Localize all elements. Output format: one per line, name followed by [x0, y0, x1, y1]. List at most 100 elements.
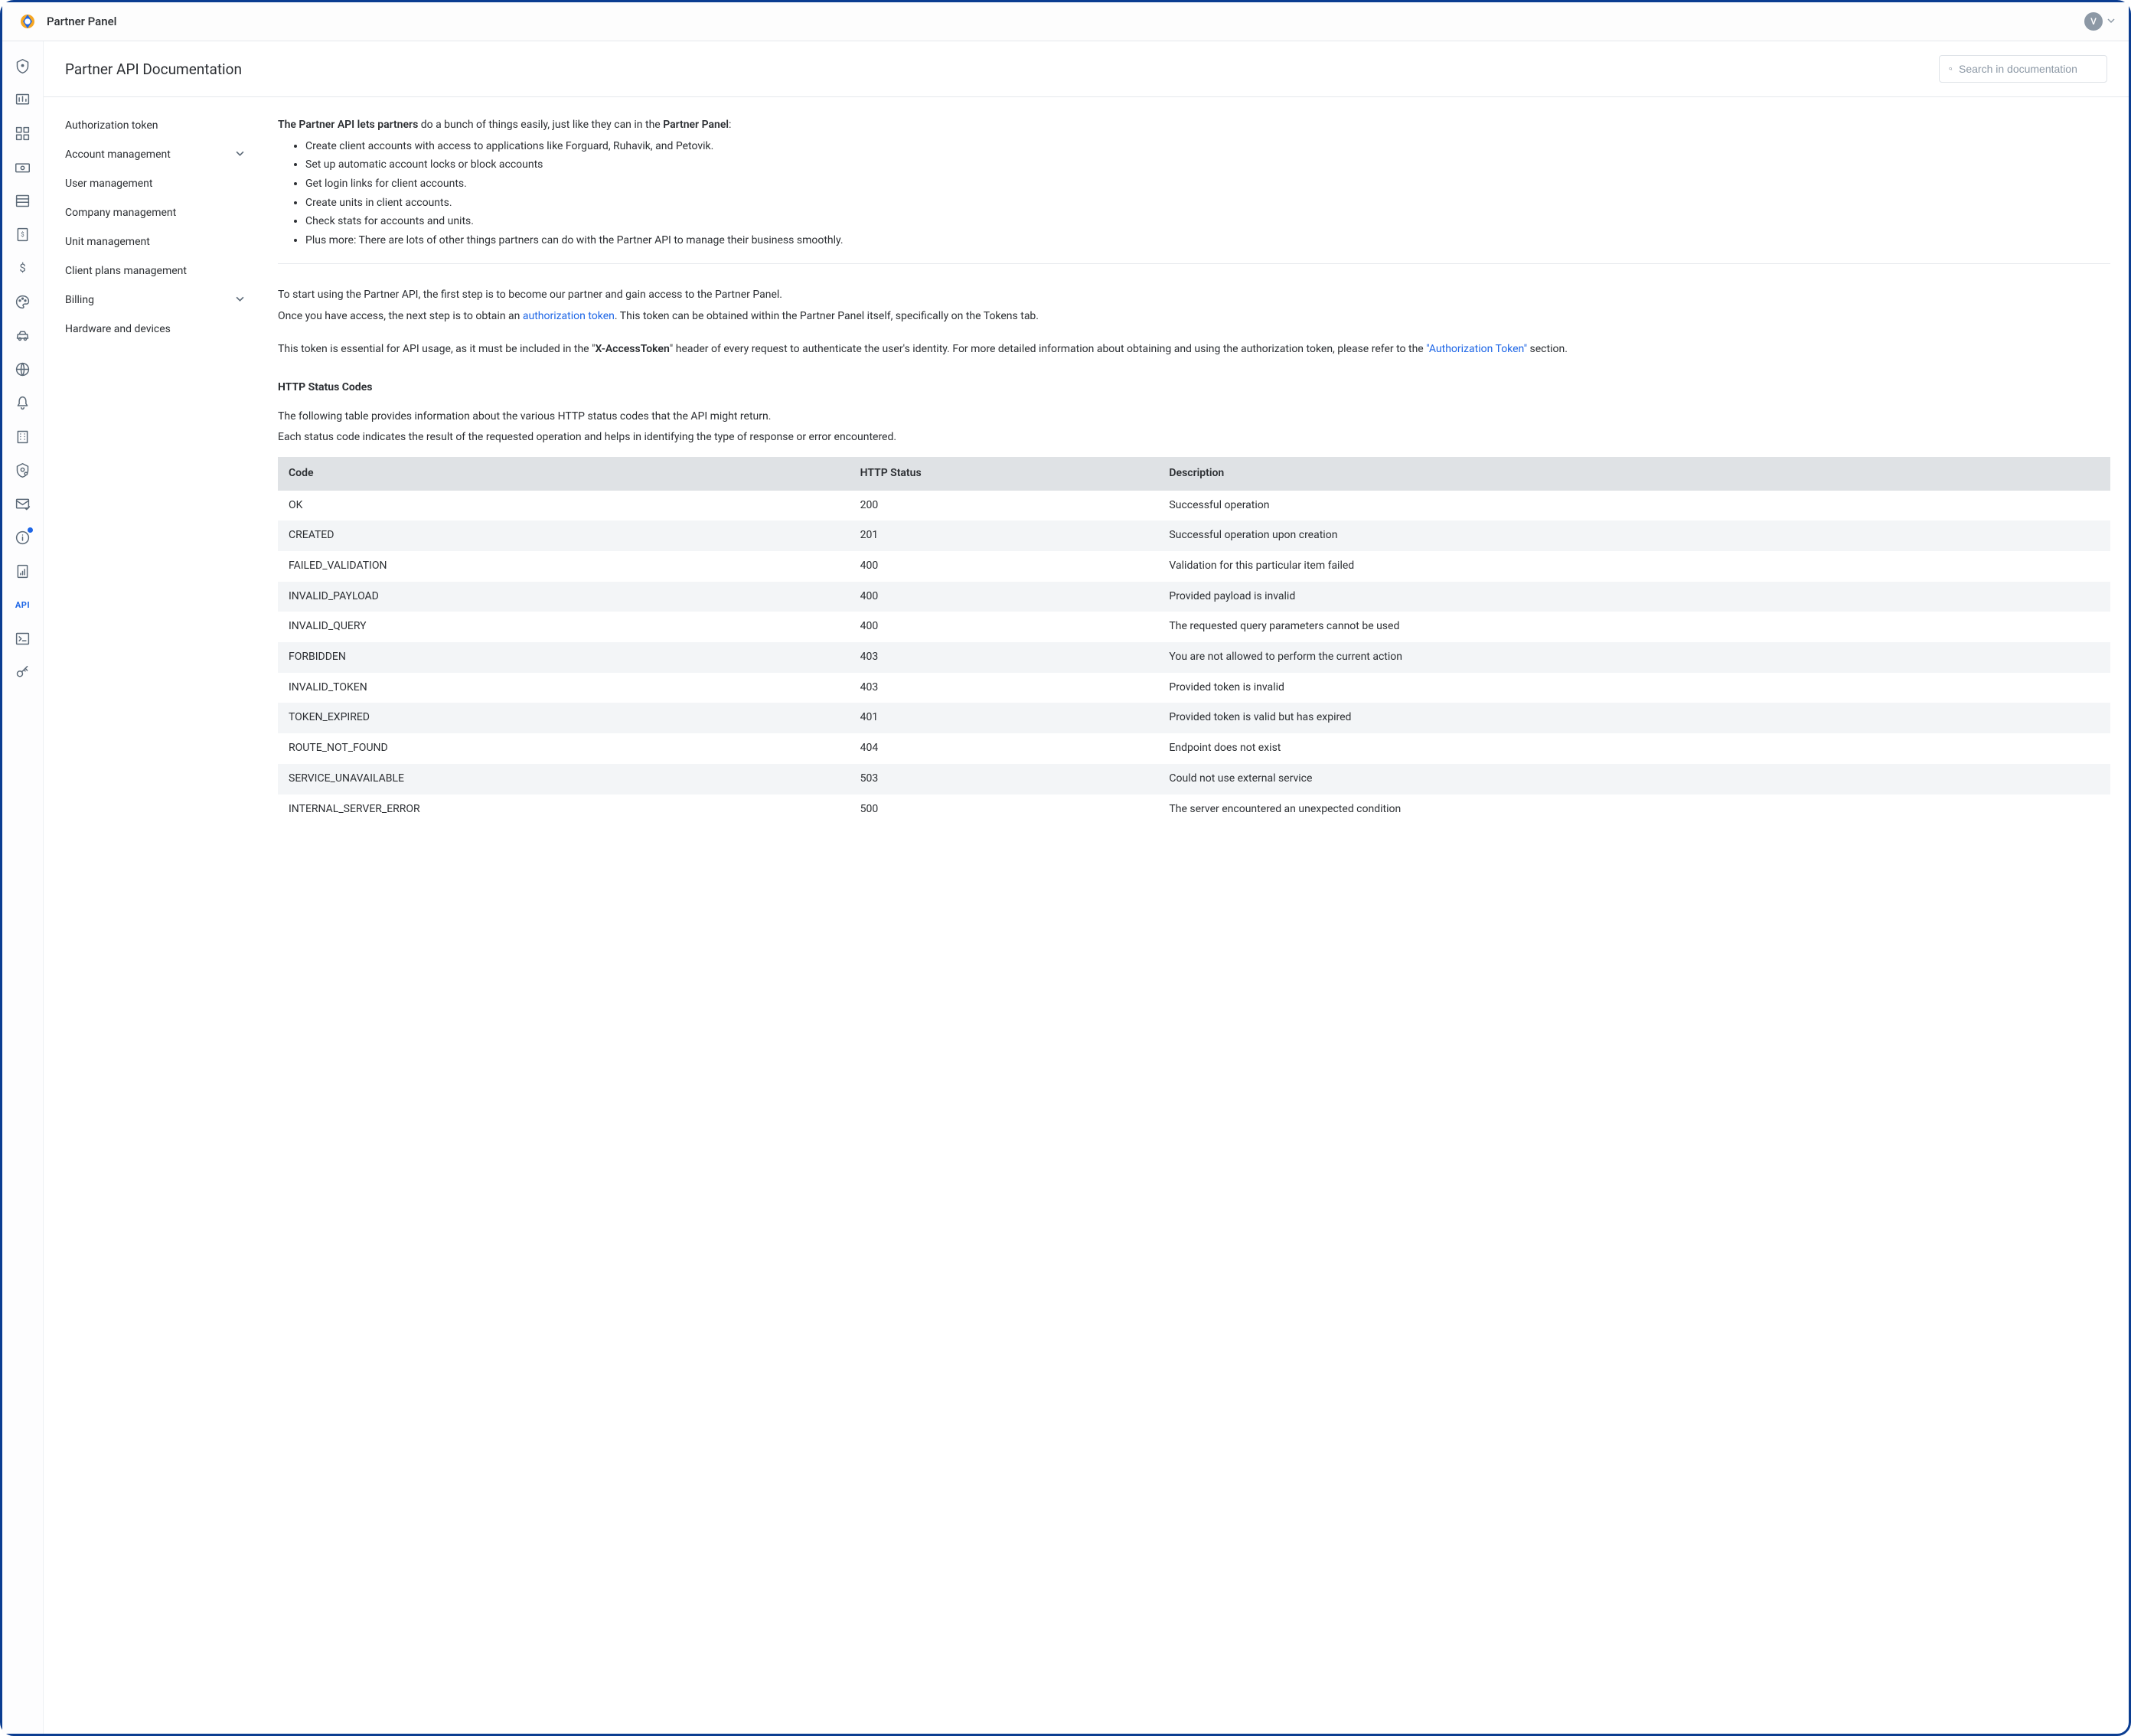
toc-item[interactable]: Unit management	[65, 229, 258, 255]
status-codes-heading: HTTP Status Codes	[278, 380, 2110, 396]
table-cell: Successful operation upon creation	[1158, 520, 2110, 551]
status-codes-table: CodeHTTP StatusDescription OK200Successf…	[278, 457, 2110, 824]
table-cell: INVALID_PAYLOAD	[278, 582, 850, 612]
toc-item-label: Company management	[65, 207, 176, 219]
table-header-cell: HTTP Status	[850, 457, 1159, 491]
globe-icon[interactable]	[9, 355, 37, 383]
intro-bullet: Plus more: There are lots of other thing…	[305, 233, 2110, 250]
table-cell: 400	[850, 582, 1159, 612]
terminal-icon[interactable]	[9, 625, 37, 652]
key-icon[interactable]	[9, 658, 37, 686]
table-cell: FAILED_VALIDATION	[278, 551, 850, 582]
car-icon[interactable]	[9, 321, 37, 349]
table-cell: ROUTE_NOT_FOUND	[278, 733, 850, 764]
bell-icon[interactable]	[9, 389, 37, 416]
table-cell: You are not allowed to perform the curre…	[1158, 642, 2110, 673]
table-row: FAILED_VALIDATION400Validation for this …	[278, 551, 2110, 582]
payment-icon[interactable]	[9, 153, 37, 181]
toc-item-label: Unit management	[65, 236, 150, 248]
chevron-down-icon	[236, 149, 244, 160]
brand-logo-icon	[16, 10, 39, 33]
divider	[278, 263, 2110, 264]
intro-lead-bold2: Partner Panel	[663, 119, 729, 131]
auth-token-section-link[interactable]: "Authorization Token"	[1426, 343, 1527, 355]
table-cell: Could not use external service	[1158, 764, 2110, 795]
intro-bullets: Create client accounts with access to ap…	[305, 139, 2110, 250]
palette-icon[interactable]	[9, 288, 37, 315]
table-header-cell: Code	[278, 457, 850, 491]
intro-bullet: Create client accounts with access to ap…	[305, 139, 2110, 155]
page-header: Partner API Documentation	[44, 41, 2129, 97]
svg-text:$: $	[21, 231, 24, 238]
toc-item[interactable]: User management	[65, 171, 258, 197]
dashboard-icon[interactable]	[9, 86, 37, 113]
table-cell: 201	[850, 520, 1159, 551]
library-icon[interactable]	[9, 187, 37, 214]
auth-token-link[interactable]: authorization token	[523, 310, 615, 322]
table-cell: FORBIDDEN	[278, 642, 850, 673]
report-icon[interactable]	[9, 557, 37, 585]
table-cell: INVALID_QUERY	[278, 612, 850, 642]
page-title: Partner API Documentation	[65, 60, 242, 78]
intro-bullet: Get login links for client accounts.	[305, 176, 2110, 193]
table-cell: 404	[850, 733, 1159, 764]
doc-content: The Partner API lets partners do a bunch…	[266, 97, 2129, 1734]
header-name-bold: X-AccessToken	[596, 343, 670, 355]
dollar-icon[interactable]: $	[9, 254, 37, 282]
table-cell: TOKEN_EXPIRED	[278, 703, 850, 733]
apps-icon[interactable]	[9, 119, 37, 147]
search-box[interactable]	[1939, 55, 2107, 83]
toc-item[interactable]: Authorization token	[65, 113, 258, 139]
chevron-down-icon	[2107, 15, 2115, 28]
intro-lead-tail: :	[729, 119, 731, 131]
start-paragraph-1: To start using the Partner API, the firs…	[278, 287, 2110, 304]
table-row: SERVICE_UNAVAILABLE503Could not use exte…	[278, 764, 2110, 795]
start-paragraph-2: Once you have access, the next step is t…	[278, 308, 2110, 325]
shield-gear-icon[interactable]	[9, 456, 37, 484]
table-cell: Provided token is valid but has expired	[1158, 703, 2110, 733]
search-input[interactable]	[1959, 63, 2097, 75]
table-row: CREATED201Successful operation upon crea…	[278, 520, 2110, 551]
toc-item-label: User management	[65, 178, 152, 190]
svg-text:$: $	[19, 260, 25, 274]
toc-item-label: Account management	[65, 148, 171, 161]
table-cell: The requested query parameters cannot be…	[1158, 612, 2110, 642]
building-icon[interactable]	[9, 423, 37, 450]
table-header-row: CodeHTTP StatusDescription	[278, 457, 2110, 491]
topbar: Partner Panel V	[2, 2, 2129, 41]
table-cell: OK	[278, 491, 850, 521]
table-cell: INTERNAL_SERVER_ERROR	[278, 795, 850, 825]
table-row: INVALID_QUERY400The requested query para…	[278, 612, 2110, 642]
api-text[interactable]: API	[9, 591, 37, 618]
intro-paragraph: The Partner API lets partners do a bunch…	[278, 117, 2110, 134]
intro-bullet: Check stats for accounts and units.	[305, 214, 2110, 230]
info-icon[interactable]	[9, 524, 37, 551]
toc-item-label: Billing	[65, 294, 94, 306]
status-desc-2: Each status code indicates the result of…	[278, 429, 2110, 446]
table-row: INVALID_PAYLOAD400Provided payload is in…	[278, 582, 2110, 612]
user-menu[interactable]: V	[2084, 12, 2115, 31]
table-cell: CREATED	[278, 520, 850, 551]
table-header-cell: Description	[1158, 457, 2110, 491]
table-cell: Provided payload is invalid	[1158, 582, 2110, 612]
mail-check-icon[interactable]	[9, 490, 37, 517]
notification-dot	[28, 527, 33, 533]
intro-lead-mid: do a bunch of things easily, just like t…	[418, 119, 663, 131]
table-cell: Validation for this particular item fail…	[1158, 551, 2110, 582]
search-icon	[1949, 62, 1953, 76]
avatar-initial: V	[2090, 16, 2097, 27]
toc-item[interactable]: Account management	[65, 142, 258, 168]
intro-bullet: Create units in client accounts.	[305, 195, 2110, 212]
toc-item[interactable]: Hardware and devices	[65, 316, 258, 342]
chevron-down-icon	[236, 295, 244, 305]
shield-icon[interactable]	[9, 52, 37, 80]
toc-item[interactable]: Company management	[65, 200, 258, 226]
toc-item[interactable]: Client plans management	[65, 258, 258, 284]
table-cell: 401	[850, 703, 1159, 733]
table-cell: 200	[850, 491, 1159, 521]
icon-sidebar: $ $ API	[2, 41, 44, 1734]
toc-item-label: Authorization token	[65, 119, 158, 132]
toc-item[interactable]: Billing	[65, 287, 258, 313]
toc-item-label: Hardware and devices	[65, 323, 171, 335]
invoice-icon[interactable]: $	[9, 220, 37, 248]
